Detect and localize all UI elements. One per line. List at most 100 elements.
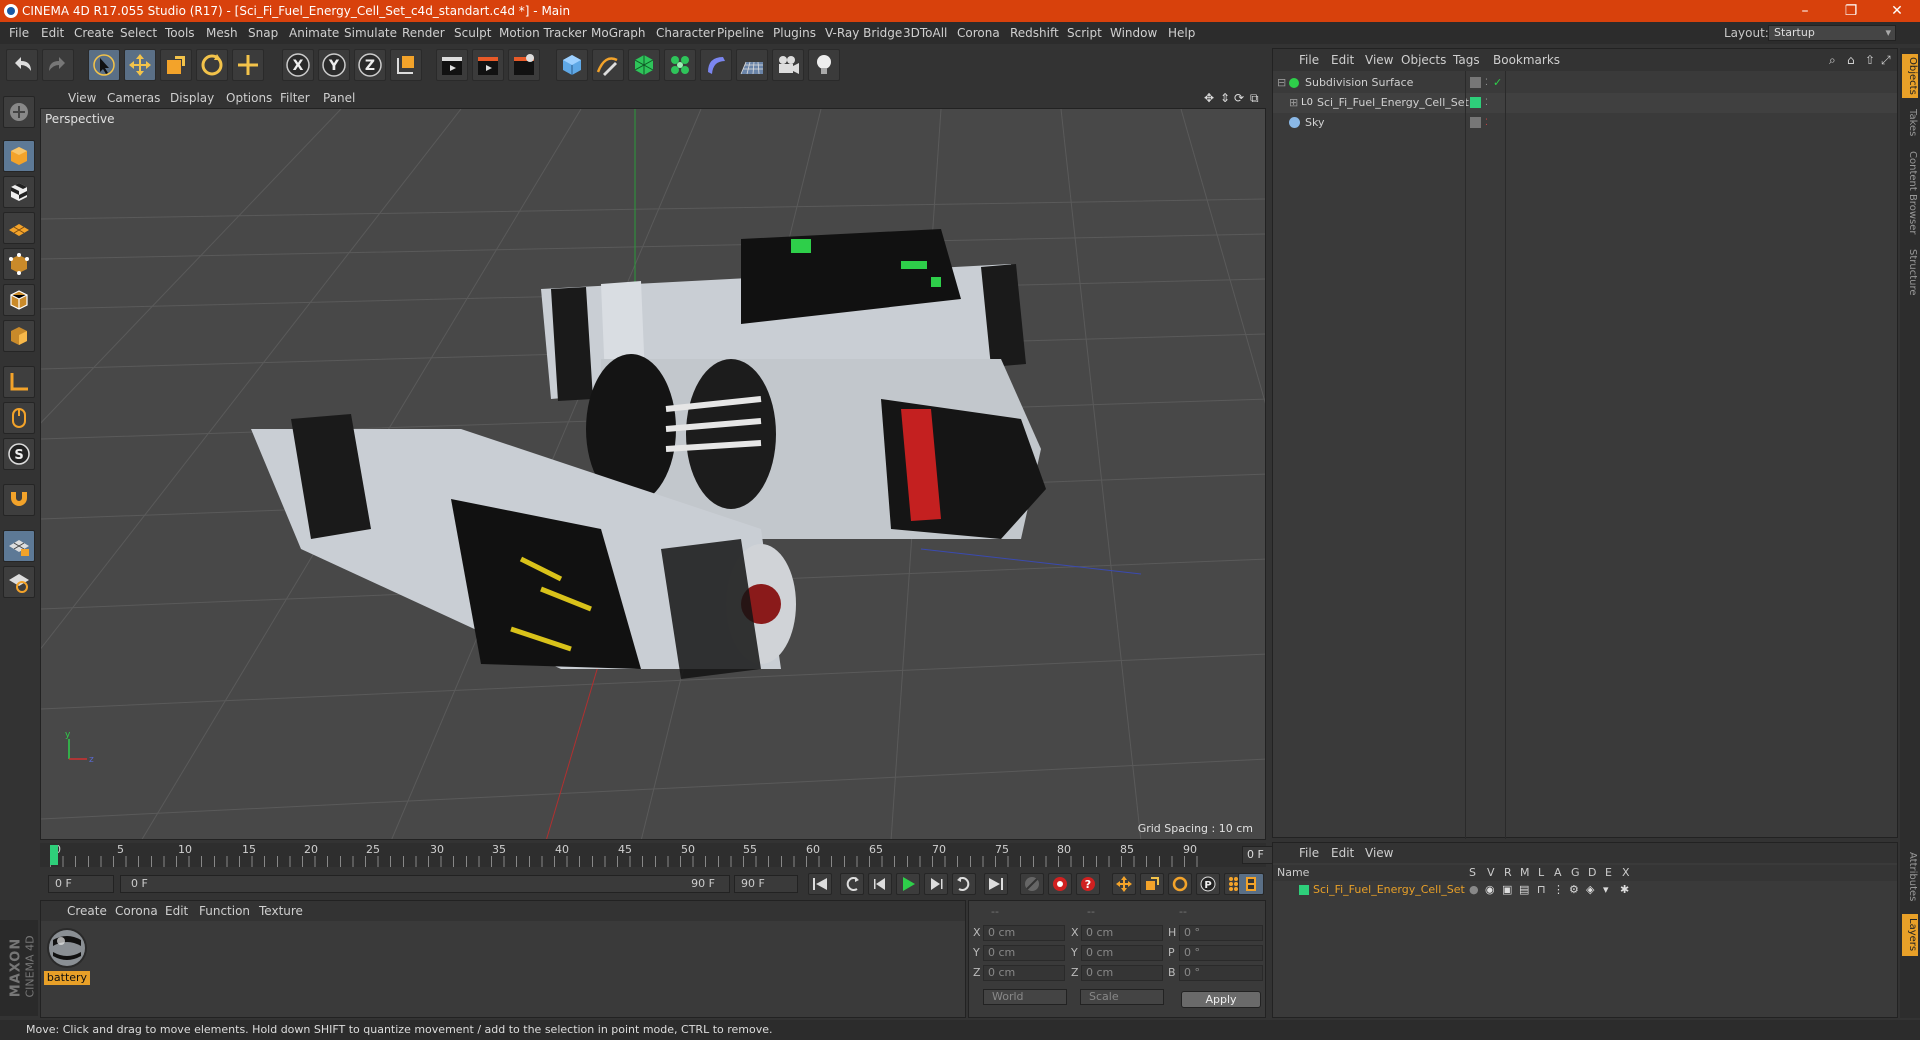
y-axis-lock[interactable]: Y <box>318 49 350 81</box>
layer-deformer-icon[interactable]: ◈ <box>1586 881 1594 899</box>
position-z-field[interactable]: 0 cm <box>983 965 1065 981</box>
rotation-b-field[interactable]: 0 ° <box>1179 965 1263 981</box>
menu-simulate[interactable]: Simulate <box>344 22 397 44</box>
axis-mode-button[interactable] <box>3 366 35 398</box>
tab-attributes[interactable]: Attributes <box>1902 846 1918 908</box>
object-row-subdivision[interactable]: ⊟ Subdivision Surface ⁚ ✓ <box>1273 73 1897 93</box>
model-mode-button[interactable] <box>3 140 35 172</box>
collapse-toggle-icon[interactable]: ⊟ <box>1277 73 1286 93</box>
viewport-menu-display[interactable]: Display <box>170 88 214 108</box>
menu-redshift[interactable]: Redshift <box>1010 22 1059 44</box>
start-frame-field[interactable]: 0 F <box>48 875 114 893</box>
coordinate-space-dropdown[interactable]: World <box>983 989 1067 1005</box>
viewport-menu-filter[interactable]: Filter <box>280 88 310 108</box>
add-generator-button[interactable] <box>628 49 660 81</box>
x-axis-lock[interactable]: X <box>282 49 314 81</box>
add-camera-button[interactable] <box>772 49 804 81</box>
tab-objects[interactable]: Objects <box>1902 54 1918 98</box>
menu-motion-tracker[interactable]: Motion Tracker <box>499 22 587 44</box>
layer-render-icon[interactable]: ▣ <box>1502 881 1512 899</box>
layer-row[interactable]: Sci_Fi_Fuel_Energy_Cell_Set ● ◉ ▣ ▤ ⊓ ⋮ … <box>1273 881 1897 899</box>
layer-swatch-green-icon[interactable] <box>1470 97 1481 108</box>
menu-sculpt[interactable]: Sculpt <box>454 22 491 44</box>
key-scale-toggle[interactable] <box>1140 873 1164 895</box>
menu-window[interactable]: Window <box>1110 22 1157 44</box>
prev-frame-button[interactable] <box>868 873 892 895</box>
viewport-pan-icon[interactable]: ✥ <box>1204 88 1214 108</box>
3d-viewport[interactable]: y z Perspective Grid Spacing : 10 cm <box>40 108 1266 840</box>
record-keyframe-button[interactable] <box>1048 873 1072 895</box>
object-row-sky[interactable]: Sky ⁚ <box>1273 113 1897 133</box>
menu-corona[interactable]: Corona <box>957 22 1000 44</box>
planar-workplane-button[interactable] <box>3 566 35 598</box>
points-mode-button[interactable] <box>3 248 35 280</box>
menu-script[interactable]: Script <box>1067 22 1102 44</box>
next-frame-button[interactable] <box>924 873 948 895</box>
record-keyframe-off[interactable] <box>1020 873 1044 895</box>
material-menu-function[interactable]: Function <box>199 901 250 921</box>
object-row-fuel-cell-set[interactable]: ⊞ L0 Sci_Fi_Fuel_Energy_Cell_Set ⁚ <box>1273 93 1897 113</box>
layer-manager-icon[interactable]: ▤ <box>1519 881 1529 899</box>
add-cube-button[interactable] <box>556 49 588 81</box>
material-menu-edit[interactable]: Edit <box>165 901 188 921</box>
lm-menu-view[interactable]: View <box>1365 843 1393 863</box>
position-x-field[interactable]: 0 cm <box>983 925 1065 941</box>
rotation-h-field[interactable]: 0 ° <box>1179 925 1263 941</box>
material-preview-sphere[interactable] <box>45 926 89 970</box>
layer-name[interactable]: Sci_Fi_Fuel_Energy_Cell_Set <box>1313 881 1465 899</box>
om-search-icon[interactable]: ⌕ <box>1829 49 1836 71</box>
workplane-mode-button[interactable] <box>3 212 35 244</box>
undo-button[interactable] <box>6 49 38 81</box>
layer-view-eye-icon[interactable]: ◉ <box>1485 881 1495 899</box>
key-position-toggle[interactable] <box>1112 873 1136 895</box>
menu-3dtoall[interactable]: 3DToAll <box>903 22 947 44</box>
layout-dropdown[interactable]: Startup <box>1768 25 1896 41</box>
om-home-icon[interactable]: ⌂ <box>1847 49 1855 71</box>
layer-lock-icon[interactable]: ⊓ <box>1537 881 1546 899</box>
om-menu-view[interactable]: View <box>1365 49 1393 71</box>
viewport-zoom-icon[interactable]: ⇕ <box>1220 88 1230 108</box>
om-menu-tags[interactable]: Tags <box>1453 49 1480 71</box>
make-editable-button[interactable] <box>3 96 35 128</box>
snap-toggle-button[interactable] <box>3 484 35 516</box>
add-deformer-button[interactable] <box>700 49 732 81</box>
layer-solo-dot-icon[interactable]: ● <box>1469 881 1479 899</box>
preview-range-slider[interactable]: 0 F 90 F <box>120 875 730 893</box>
visibility-dots-icon[interactable]: ⁚ <box>1485 93 1488 113</box>
goto-end-button[interactable] <box>984 873 1008 895</box>
position-y-field[interactable]: 0 cm <box>983 945 1065 961</box>
menu-pipeline[interactable]: Pipeline <box>717 22 764 44</box>
visibility-dots-icon[interactable]: ⁚ <box>1485 73 1488 93</box>
end-frame-field[interactable]: 90 F <box>734 875 798 893</box>
om-menu-objects[interactable]: Objects <box>1401 49 1446 71</box>
lm-menu-edit[interactable]: Edit <box>1331 843 1354 863</box>
edges-mode-button[interactable] <box>3 284 35 316</box>
viewport-menu-options[interactable]: Options <box>226 88 272 108</box>
tab-takes[interactable]: Takes <box>1902 106 1918 140</box>
add-light-button[interactable] <box>808 49 840 81</box>
menu-mesh[interactable]: Mesh <box>206 22 238 44</box>
key-rotation-toggle[interactable] <box>1168 873 1192 895</box>
layer-xref-icon[interactable]: ✱ <box>1620 881 1629 899</box>
menu-vray-bridge[interactable]: V-Ray Bridge <box>825 22 902 44</box>
size-mode-dropdown[interactable]: Scale <box>1080 989 1164 1005</box>
menu-mograph[interactable]: MoGraph <box>591 22 646 44</box>
om-collapse-icon[interactable]: ⇧ <box>1865 49 1875 71</box>
live-selection-tool[interactable] <box>88 49 120 81</box>
menu-character[interactable]: Character <box>656 22 715 44</box>
layer-color-swatch[interactable] <box>1299 885 1309 895</box>
solo-mode-button[interactable]: S <box>3 438 35 470</box>
menu-tools[interactable]: Tools <box>165 22 195 44</box>
texture-mode-button[interactable] <box>3 176 35 208</box>
redo-button[interactable] <box>42 49 74 81</box>
close-button[interactable]: ✕ <box>1874 0 1920 22</box>
om-menu-edit[interactable]: Edit <box>1331 49 1354 71</box>
layer-generator-icon[interactable]: ⚙ <box>1569 881 1579 899</box>
om-expand-icon[interactable]: ⤢ <box>1881 49 1891 71</box>
size-z-field[interactable]: 0 cm <box>1081 965 1163 981</box>
size-y-field[interactable]: 0 cm <box>1081 945 1163 961</box>
tab-content-browser[interactable]: Content Browser <box>1902 148 1918 238</box>
workplane-lock-button[interactable] <box>3 530 35 562</box>
prev-key-button[interactable] <box>840 873 864 895</box>
visibility-dots-icon[interactable]: ⁚ <box>1485 113 1488 133</box>
